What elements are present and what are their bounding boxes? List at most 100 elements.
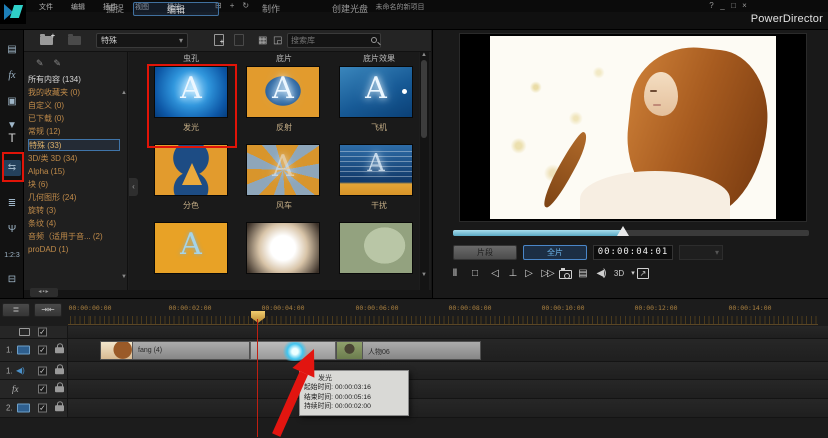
category-3d[interactable]: 3D/类 3D (34) xyxy=(28,153,120,165)
transition-thumb-colorsep[interactable] xyxy=(154,144,228,196)
audio-track-1-header: 1. ◀) ✓ xyxy=(0,362,68,379)
scroll-up-icon[interactable]: ▲ xyxy=(421,52,427,58)
thumbnail-view-icon[interactable]: ▦ xyxy=(258,35,267,46)
category-alpha[interactable]: Alpha (15) xyxy=(28,166,120,178)
new-template-icon[interactable]: + xyxy=(214,34,224,46)
transition-label[interactable]: 虫孔 xyxy=(151,53,231,64)
library-toolbar: + 特殊▾ + ▦ ◲ xyxy=(24,30,431,52)
category-scrollbar[interactable]: ▲ ▼ xyxy=(120,52,128,290)
close-button[interactable]: × xyxy=(739,1,750,10)
category-rotate[interactable]: 旋转 (3) xyxy=(28,205,120,217)
title-room-icon[interactable]: T xyxy=(3,130,21,146)
timeline-clip-2[interactable]: 人物06 xyxy=(336,341,481,360)
tab-create-disc[interactable]: 创建光盘 xyxy=(310,2,390,16)
tab-edit[interactable]: 编辑 xyxy=(133,2,219,16)
transition-label[interactable]: 反射 xyxy=(244,122,324,133)
transition-thumb-noise[interactable]: A xyxy=(339,144,413,196)
category-custom[interactable]: 自定义 (0) xyxy=(28,100,120,112)
preview-screen xyxy=(459,33,807,222)
track-manager-button[interactable]: ≣ xyxy=(2,303,30,317)
scroll-down-icon[interactable]: ▼ xyxy=(421,272,427,278)
grid-scrollbar[interactable]: ▲ ▼ xyxy=(420,52,429,290)
audio-track-1[interactable]: 1. ◀) ✓ xyxy=(0,362,828,380)
scroll-down-icon[interactable]: ▼ xyxy=(121,274,127,280)
timeline-clip-1[interactable]: fang (4) xyxy=(100,341,250,360)
next-frame-button[interactable]: ▷ xyxy=(519,266,539,282)
transition-thumb-partial-2[interactable] xyxy=(246,222,320,274)
snapshot-settings-icon[interactable]: ▤ xyxy=(573,266,593,282)
category-geometry[interactable]: 几何图形 (24) xyxy=(28,192,120,204)
pause-button[interactable]: Ⅱ xyxy=(445,266,465,282)
scrollbar-thumb[interactable] xyxy=(421,60,427,138)
help-button[interactable]: ? xyxy=(706,1,717,10)
transition-thumb-partial-1[interactable]: A xyxy=(154,222,228,274)
prev-frame-button[interactable]: ◁ xyxy=(485,266,505,282)
lock-icon[interactable] xyxy=(55,368,64,374)
maximize-button[interactable]: □ xyxy=(728,1,739,10)
transition-thumb-pinwheel[interactable]: A xyxy=(246,144,320,196)
tag-add-icon[interactable]: ✎ xyxy=(36,58,54,68)
category-favorites[interactable]: 我的收藏夹 (0) xyxy=(28,87,120,99)
movie-mode-button[interactable]: 全片 xyxy=(523,245,587,260)
track-enable-checkbox[interactable]: ✓ xyxy=(38,385,47,394)
template-icon xyxy=(234,34,244,46)
fast-forward-button[interactable]: ▷▷ xyxy=(537,266,557,282)
transition-label[interactable]: 飞机 xyxy=(339,122,419,133)
import-media-icon[interactable]: + xyxy=(40,36,53,45)
fx-room-icon[interactable]: fx xyxy=(3,68,21,84)
lock-icon[interactable] xyxy=(55,347,64,353)
voice-record-room-icon[interactable]: Ψ xyxy=(3,222,21,238)
seek-bar-thumb[interactable] xyxy=(617,226,629,236)
minimize-button[interactable]: _ xyxy=(717,1,728,10)
transition-label[interactable]: 底片 xyxy=(244,53,324,64)
panel-resize-handle[interactable]: ◂▪▸ xyxy=(30,288,58,297)
track-enable-checkbox[interactable]: ✓ xyxy=(38,346,47,355)
tooltip-value: 00:00:02:00 xyxy=(335,403,371,410)
transition-thumb-partial-3[interactable] xyxy=(339,222,413,274)
effect-track[interactable]: fx ✓ xyxy=(0,380,828,399)
category-prodad[interactable]: proDAD (1) xyxy=(28,244,120,256)
pip-room-icon[interactable]: ▣ xyxy=(3,94,21,110)
track-enable-checkbox[interactable]: ✓ xyxy=(38,366,47,375)
mixer-room-icon[interactable]: ≣ xyxy=(3,196,21,212)
search-icon[interactable] xyxy=(371,37,377,43)
video-track-2[interactable]: 2. ✓ xyxy=(0,399,828,418)
transition-label[interactable]: 干扰 xyxy=(339,200,419,211)
subtitle-room-icon[interactable]: ⊟ xyxy=(3,272,21,288)
scroll-up-icon[interactable]: ▲ xyxy=(121,90,127,96)
category-general[interactable]: 常规 (12) xyxy=(28,126,120,138)
category-block[interactable]: 块 (6) xyxy=(28,179,120,191)
transition-label[interactable]: 分色 xyxy=(151,200,231,211)
tag-icon[interactable]: ✎ xyxy=(54,58,72,68)
transition-label[interactable]: 底片效果 xyxy=(339,53,419,64)
category-filter-dropdown[interactable]: 特殊▾ xyxy=(96,33,188,48)
timeline-ruler[interactable] xyxy=(68,316,818,325)
fit-timeline-button[interactable]: ⇥⇤ xyxy=(34,303,62,317)
chapter-room-icon[interactable]: 1:2:3 xyxy=(3,248,21,264)
select-all-checkbox[interactable]: ✓ xyxy=(38,328,47,337)
resize-thumbnail-icon[interactable]: ◲ xyxy=(273,35,282,46)
transition-tooltip: 发光 起始时间: 00:00:03:16 结束时间: 00:00:05:16 持… xyxy=(299,370,409,416)
category-audio[interactable]: 音频（适用于音... (2) xyxy=(28,231,120,243)
video-track-1[interactable]: 1. ✓ fang (4) 人物06 xyxy=(0,339,828,362)
tooltip-key: 持续时间: xyxy=(304,403,333,410)
transition-label[interactable]: 风车 xyxy=(244,200,324,211)
track-enable-checkbox[interactable]: ✓ xyxy=(38,404,47,413)
segment-mode-button[interactable]: 片段 xyxy=(453,245,517,260)
lock-icon[interactable] xyxy=(55,386,64,392)
media-room-icon[interactable]: ▤ xyxy=(3,42,21,58)
tab-produce[interactable]: 制作 xyxy=(238,2,304,16)
stop-button[interactable]: □ xyxy=(465,266,485,282)
category-stripe[interactable]: 条纹 (4) xyxy=(28,218,120,230)
transition-thumb-reflect[interactable]: A xyxy=(246,66,320,118)
category-all[interactable]: 所有内容 (134) xyxy=(28,74,120,86)
category-downloaded[interactable]: 已下载 (0) xyxy=(28,113,120,125)
volume-icon[interactable]: ◀) xyxy=(591,266,611,282)
transition-thumb-plane[interactable]: A xyxy=(339,66,413,118)
collapse-category-button[interactable]: ‹ xyxy=(129,178,138,196)
category-special[interactable]: 特殊 (33) xyxy=(28,139,120,151)
lock-icon[interactable] xyxy=(55,405,64,411)
search-input[interactable] xyxy=(288,34,366,47)
share-export-icon[interactable]: ↗ xyxy=(637,268,649,279)
snapshot-camera-icon[interactable] xyxy=(559,270,572,279)
